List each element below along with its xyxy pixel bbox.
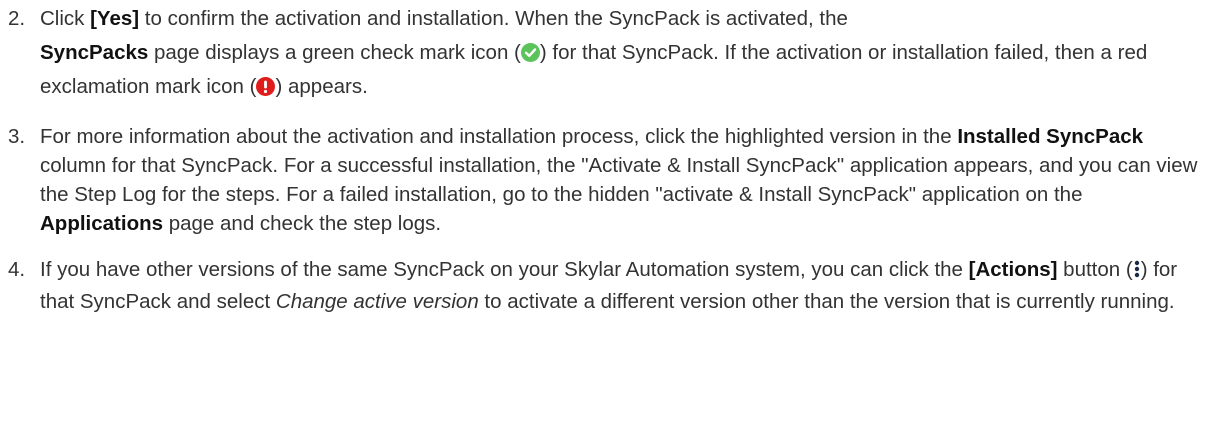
step-text: If you have other versions of the same S… — [40, 258, 969, 281]
step-2: 2. Click [Yes] to confirm the activation… — [0, 2, 1223, 104]
green-check-circle-icon — [520, 43, 540, 62]
vertical-ellipsis-icon — [1133, 257, 1141, 278]
step-text: to confirm the activation and installati… — [139, 7, 848, 30]
actions-button-ref: [Actions] — [968, 258, 1058, 281]
syncpacks-page-ref: SyncPacks — [40, 41, 149, 64]
step-text: column for that SyncPack. For a successf… — [40, 154, 1198, 206]
step-text: ) appears. — [275, 75, 368, 98]
step-4: 4. If you have other versions of the sam… — [0, 254, 1223, 318]
step-text: For more information about the activatio… — [40, 125, 958, 148]
step-text: Click — [40, 7, 91, 30]
step-text: page displays a green check mark icon ( — [148, 41, 521, 64]
yes-button-ref: [Yes] — [90, 7, 140, 30]
step-text: to activate a different version other th… — [478, 290, 1175, 313]
step-number: 4. — [8, 258, 26, 281]
document: 2. Click [Yes] to confirm the activation… — [0, 0, 1223, 318]
step-text: page and check the step logs. — [163, 212, 442, 235]
applications-page-ref: Applications — [40, 212, 164, 235]
installed-syncpack-column-ref: Installed SyncPack — [957, 125, 1144, 148]
red-exclamation-circle-icon — [256, 77, 276, 96]
step-number: 2. — [8, 7, 26, 30]
step-text: button ( — [1057, 258, 1133, 281]
step-3: 3. For more information about the activa… — [0, 122, 1223, 238]
change-active-version-ref: Change active version — [275, 290, 479, 313]
step-number: 3. — [8, 125, 26, 148]
